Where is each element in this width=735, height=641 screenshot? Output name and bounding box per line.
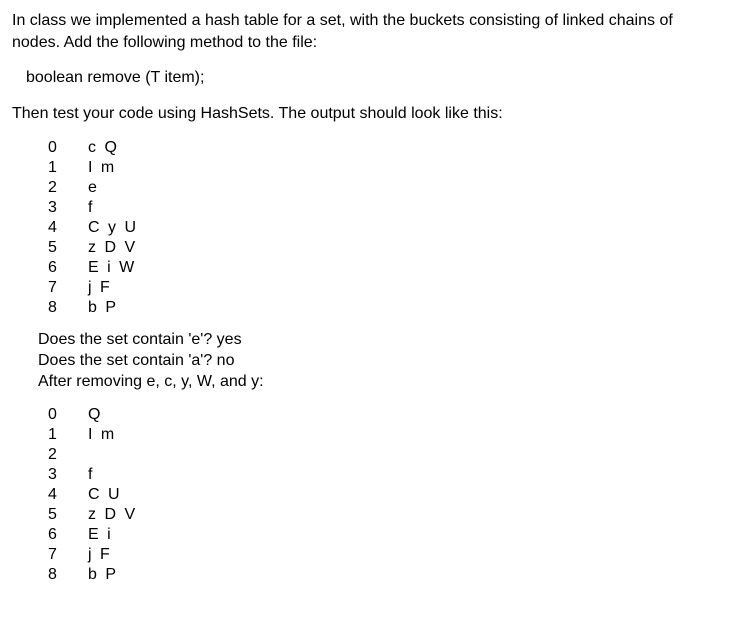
after-removing-text: After removing e, c, y, W, and y: (38, 372, 723, 393)
intro-text: In class we implemented a hash table for… (12, 10, 723, 53)
bucket-values: z D V (88, 505, 137, 525)
bucket-index: 1 (48, 425, 88, 445)
bucket-values: C y U (88, 218, 138, 238)
table-row: 0 c Q (48, 138, 723, 158)
bucket-values: I m (88, 425, 116, 445)
bucket-values: j F (88, 545, 112, 565)
bucket-index: 0 (48, 138, 88, 158)
table-row: 2 (48, 445, 723, 465)
bucket-index: 7 (48, 278, 88, 298)
table-row: 6 E i W (48, 258, 723, 278)
table-row: 3 f (48, 198, 723, 218)
test-instruction: Then test your code using HashSets. The … (12, 103, 723, 125)
bucket-index: 7 (48, 545, 88, 565)
bucket-index: 6 (48, 525, 88, 545)
contains-a-question: Does the set contain 'a'? no (38, 351, 723, 372)
hash-table-after: 0 Q 1 I m 2 3 f 4 C U 5 z D V 6 E i 7 j … (48, 405, 723, 585)
table-row: 4 C y U (48, 218, 723, 238)
bucket-values: e (88, 178, 99, 198)
bucket-index: 4 (48, 485, 88, 505)
bucket-index: 8 (48, 298, 88, 318)
table-row: 1 I m (48, 425, 723, 445)
table-row: 4 C U (48, 485, 723, 505)
bucket-values: b P (88, 565, 118, 585)
bucket-values: C U (88, 485, 122, 505)
table-row: 5 z D V (48, 238, 723, 258)
bucket-index: 6 (48, 258, 88, 278)
hash-table-before: 0 c Q 1 I m 2 e 3 f 4 C y U 5 z D V 6 E … (48, 138, 723, 318)
bucket-index: 5 (48, 238, 88, 258)
bucket-index: 8 (48, 565, 88, 585)
bucket-values: I m (88, 158, 116, 178)
table-row: 8 b P (48, 565, 723, 585)
bucket-values: E i W (88, 258, 136, 278)
bucket-index: 2 (48, 445, 88, 465)
bucket-index: 5 (48, 505, 88, 525)
bucket-index: 4 (48, 218, 88, 238)
qa-block: Does the set contain 'e'? yes Does the s… (38, 330, 723, 392)
table-row: 7 j F (48, 545, 723, 565)
table-row: 6 E i (48, 525, 723, 545)
bucket-values: Q (88, 405, 102, 425)
bucket-values: f (88, 465, 94, 485)
contains-e-question: Does the set contain 'e'? yes (38, 330, 723, 351)
bucket-values: f (88, 198, 94, 218)
table-row: 8 b P (48, 298, 723, 318)
table-row: 7 j F (48, 278, 723, 298)
method-signature: boolean remove (T item); (26, 67, 723, 89)
table-row: 3 f (48, 465, 723, 485)
table-row: 1 I m (48, 158, 723, 178)
bucket-index: 2 (48, 178, 88, 198)
bucket-values: b P (88, 298, 118, 318)
bucket-index: 1 (48, 158, 88, 178)
table-row: 0 Q (48, 405, 723, 425)
bucket-index: 0 (48, 405, 88, 425)
table-row: 2 e (48, 178, 723, 198)
table-row: 5 z D V (48, 505, 723, 525)
bucket-values: c Q (88, 138, 119, 158)
bucket-values: E i (88, 525, 113, 545)
bucket-values: z D V (88, 238, 137, 258)
bucket-index: 3 (48, 465, 88, 485)
bucket-values: j F (88, 278, 112, 298)
bucket-index: 3 (48, 198, 88, 218)
